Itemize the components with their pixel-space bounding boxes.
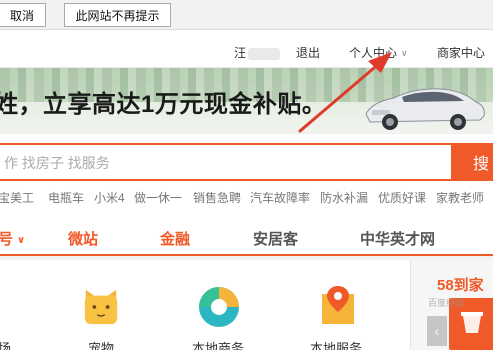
hot-tag[interactable]: 宝美工: [0, 189, 34, 206]
nav-item-account[interactable]: 号 ∨: [0, 228, 25, 249]
scroll-left-button[interactable]: ‹: [427, 316, 447, 346]
nav-item-anjuke[interactable]: 安居客: [253, 228, 298, 249]
top-nav: 汪 退出 个人中心 ∨ 商家中心: [0, 30, 493, 68]
personal-center-link[interactable]: 个人中心 ∨: [349, 44, 408, 61]
category-pets[interactable]: 宠物: [80, 270, 160, 350]
banner-headline: 姓，立享高达1万元现金补贴。: [0, 91, 327, 118]
nav-item-chinahr[interactable]: 中华英才网: [360, 228, 435, 249]
category-grid: 场 宠物 本地商务 本地服务: [0, 260, 410, 350]
hot-tag[interactable]: 汽车故障率: [250, 189, 310, 206]
personal-center-label: 个人中心: [349, 46, 398, 60]
hot-search-tags: 宝美工 电瓶车 小米4 做一休一 销售急聘 汽车故障率 防水补漏 优质好课 家教…: [0, 188, 493, 208]
search-box: [0, 143, 453, 181]
category-label: 本地服务: [310, 341, 363, 350]
main-nav: 号 ∨ 微站 金融 安居客 中华英才网: [0, 220, 493, 256]
hot-tag[interactable]: 销售急聘: [193, 189, 241, 206]
hot-tag[interactable]: 做一休一: [134, 189, 182, 206]
never-show-button[interactable]: 此网站不再提示: [64, 3, 171, 27]
watermark: 百度经验: [428, 298, 465, 308]
daojia-title: 58到家: [437, 277, 484, 294]
category-label: 场: [0, 341, 12, 350]
chevron-down-icon: ∨: [17, 235, 26, 246]
logout-link[interactable]: 退出: [296, 44, 320, 61]
category-local-services[interactable]: 本地服务: [310, 270, 390, 350]
merchant-center-link[interactable]: 商家中心: [437, 44, 485, 61]
category-local-business[interactable]: 本地商务: [192, 270, 272, 350]
hot-tag[interactable]: 电瓶车: [48, 189, 84, 206]
search-button[interactable]: 搜: [452, 143, 493, 181]
cancel-button[interactable]: 取消: [0, 3, 46, 27]
category-label: 本地商务: [192, 341, 245, 350]
hot-tag[interactable]: 家教老师: [436, 189, 484, 206]
nav-item-weizhan[interactable]: 微站: [68, 228, 98, 249]
bucket-icon: [461, 312, 483, 333]
hot-tag[interactable]: 防水补漏: [320, 189, 368, 206]
chevron-left-icon: ‹: [434, 323, 440, 339]
banner-divider: [0, 133, 493, 141]
car-image: [365, 88, 485, 130]
username-blur: [248, 47, 281, 60]
hot-tag[interactable]: 优质好课: [378, 189, 426, 206]
hot-tag[interactable]: 小米4: [94, 189, 125, 206]
map-pin-icon: [322, 286, 354, 324]
category-label: 宠物: [88, 341, 115, 350]
cat-face-icon: [84, 289, 118, 325]
pie-chart-icon: [199, 287, 239, 327]
notification-bar: 取消 此网站不再提示: [0, 0, 493, 30]
search-input[interactable]: [4, 153, 444, 173]
nav-item-label: 号: [0, 231, 14, 248]
chevron-down-icon: ∨: [401, 48, 408, 58]
category-market[interactable]: 场: [0, 270, 78, 350]
nav-item-finance[interactable]: 金融: [160, 228, 190, 249]
username-link[interactable]: 汪: [234, 44, 281, 61]
username-text: 汪: [234, 46, 247, 60]
